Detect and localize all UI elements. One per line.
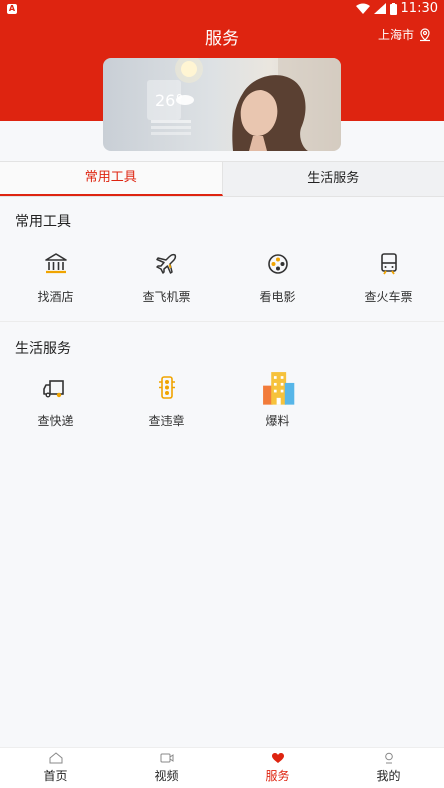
delivery-truck-icon bbox=[42, 380, 64, 398]
tab-life-services[interactable]: 生活服务 bbox=[223, 162, 444, 196]
life-services-grid: 查快递 查违章 爆料 bbox=[0, 372, 444, 429]
tool-label: 看电影 bbox=[259, 290, 296, 304]
airplane-icon bbox=[155, 253, 176, 274]
city-selector[interactable]: 上海市 bbox=[378, 26, 432, 43]
tabbar-item-home[interactable]: 首页 bbox=[0, 748, 111, 788]
banner-image: 26° bbox=[147, 58, 341, 151]
tool-item-train[interactable]: 查火车票 bbox=[333, 250, 444, 305]
status-bar: A 11:30 bbox=[0, 0, 444, 18]
tabbar-label: 首页 bbox=[43, 769, 68, 783]
train-icon bbox=[380, 253, 397, 275]
traffic-light-icon bbox=[158, 376, 175, 399]
film-reel-icon bbox=[267, 254, 288, 274]
tabbar-item-service[interactable]: 服务 bbox=[222, 748, 333, 788]
battery-icon bbox=[389, 2, 397, 15]
service-item-express[interactable]: 查快递 bbox=[0, 374, 111, 429]
status-time: 11:30 bbox=[400, 1, 438, 16]
city-label: 上海市 bbox=[377, 28, 414, 42]
tool-label: 查飞机票 bbox=[142, 290, 191, 304]
tabbar-label: 视频 bbox=[154, 769, 179, 783]
location-pin-icon bbox=[420, 27, 430, 41]
tool-item-hotel[interactable]: 找酒店 bbox=[0, 250, 111, 305]
tool-item-flight[interactable]: 查飞机票 bbox=[111, 250, 222, 305]
video-icon bbox=[160, 753, 173, 763]
buildings-icon bbox=[262, 372, 294, 405]
service-item-violation[interactable]: 查违章 bbox=[111, 374, 222, 429]
heart-icon bbox=[271, 753, 284, 763]
tabbar-label: 我的 bbox=[376, 769, 401, 783]
user-icon bbox=[384, 752, 393, 764]
wifi-icon bbox=[355, 3, 370, 14]
tool-label: 查火车票 bbox=[364, 290, 413, 304]
service-tabs: 常用工具 生活服务 bbox=[0, 161, 444, 197]
promo-banner[interactable]: 26° bbox=[103, 58, 341, 151]
home-icon bbox=[49, 752, 62, 764]
section-title-common-tools: 常用工具 bbox=[15, 214, 71, 230]
tool-item-movie[interactable]: 看电影 bbox=[222, 250, 333, 305]
service-label: 查违章 bbox=[148, 414, 185, 428]
service-label: 爆料 bbox=[265, 414, 290, 428]
service-item-report[interactable]: 爆料 bbox=[222, 372, 333, 429]
service-label: 查快递 bbox=[37, 414, 74, 428]
tool-label: 找酒店 bbox=[37, 290, 74, 304]
tabbar-item-mine[interactable]: 我的 bbox=[333, 748, 444, 788]
section-title-life-services: 生活服务 bbox=[15, 341, 71, 357]
signal-icon bbox=[373, 3, 386, 14]
section-divider bbox=[0, 321, 444, 322]
tab-common-tools[interactable]: 常用工具 bbox=[0, 162, 223, 196]
notification-icon: A bbox=[7, 4, 17, 14]
bottom-tab-bar: 首页 视频 服务 我的 bbox=[0, 747, 444, 788]
bank-icon bbox=[44, 253, 67, 274]
common-tools-grid: 找酒店 查飞机票 看电影 查火车票 bbox=[0, 250, 444, 305]
tabbar-label: 服务 bbox=[265, 769, 290, 783]
tabbar-item-video[interactable]: 视频 bbox=[111, 748, 222, 788]
